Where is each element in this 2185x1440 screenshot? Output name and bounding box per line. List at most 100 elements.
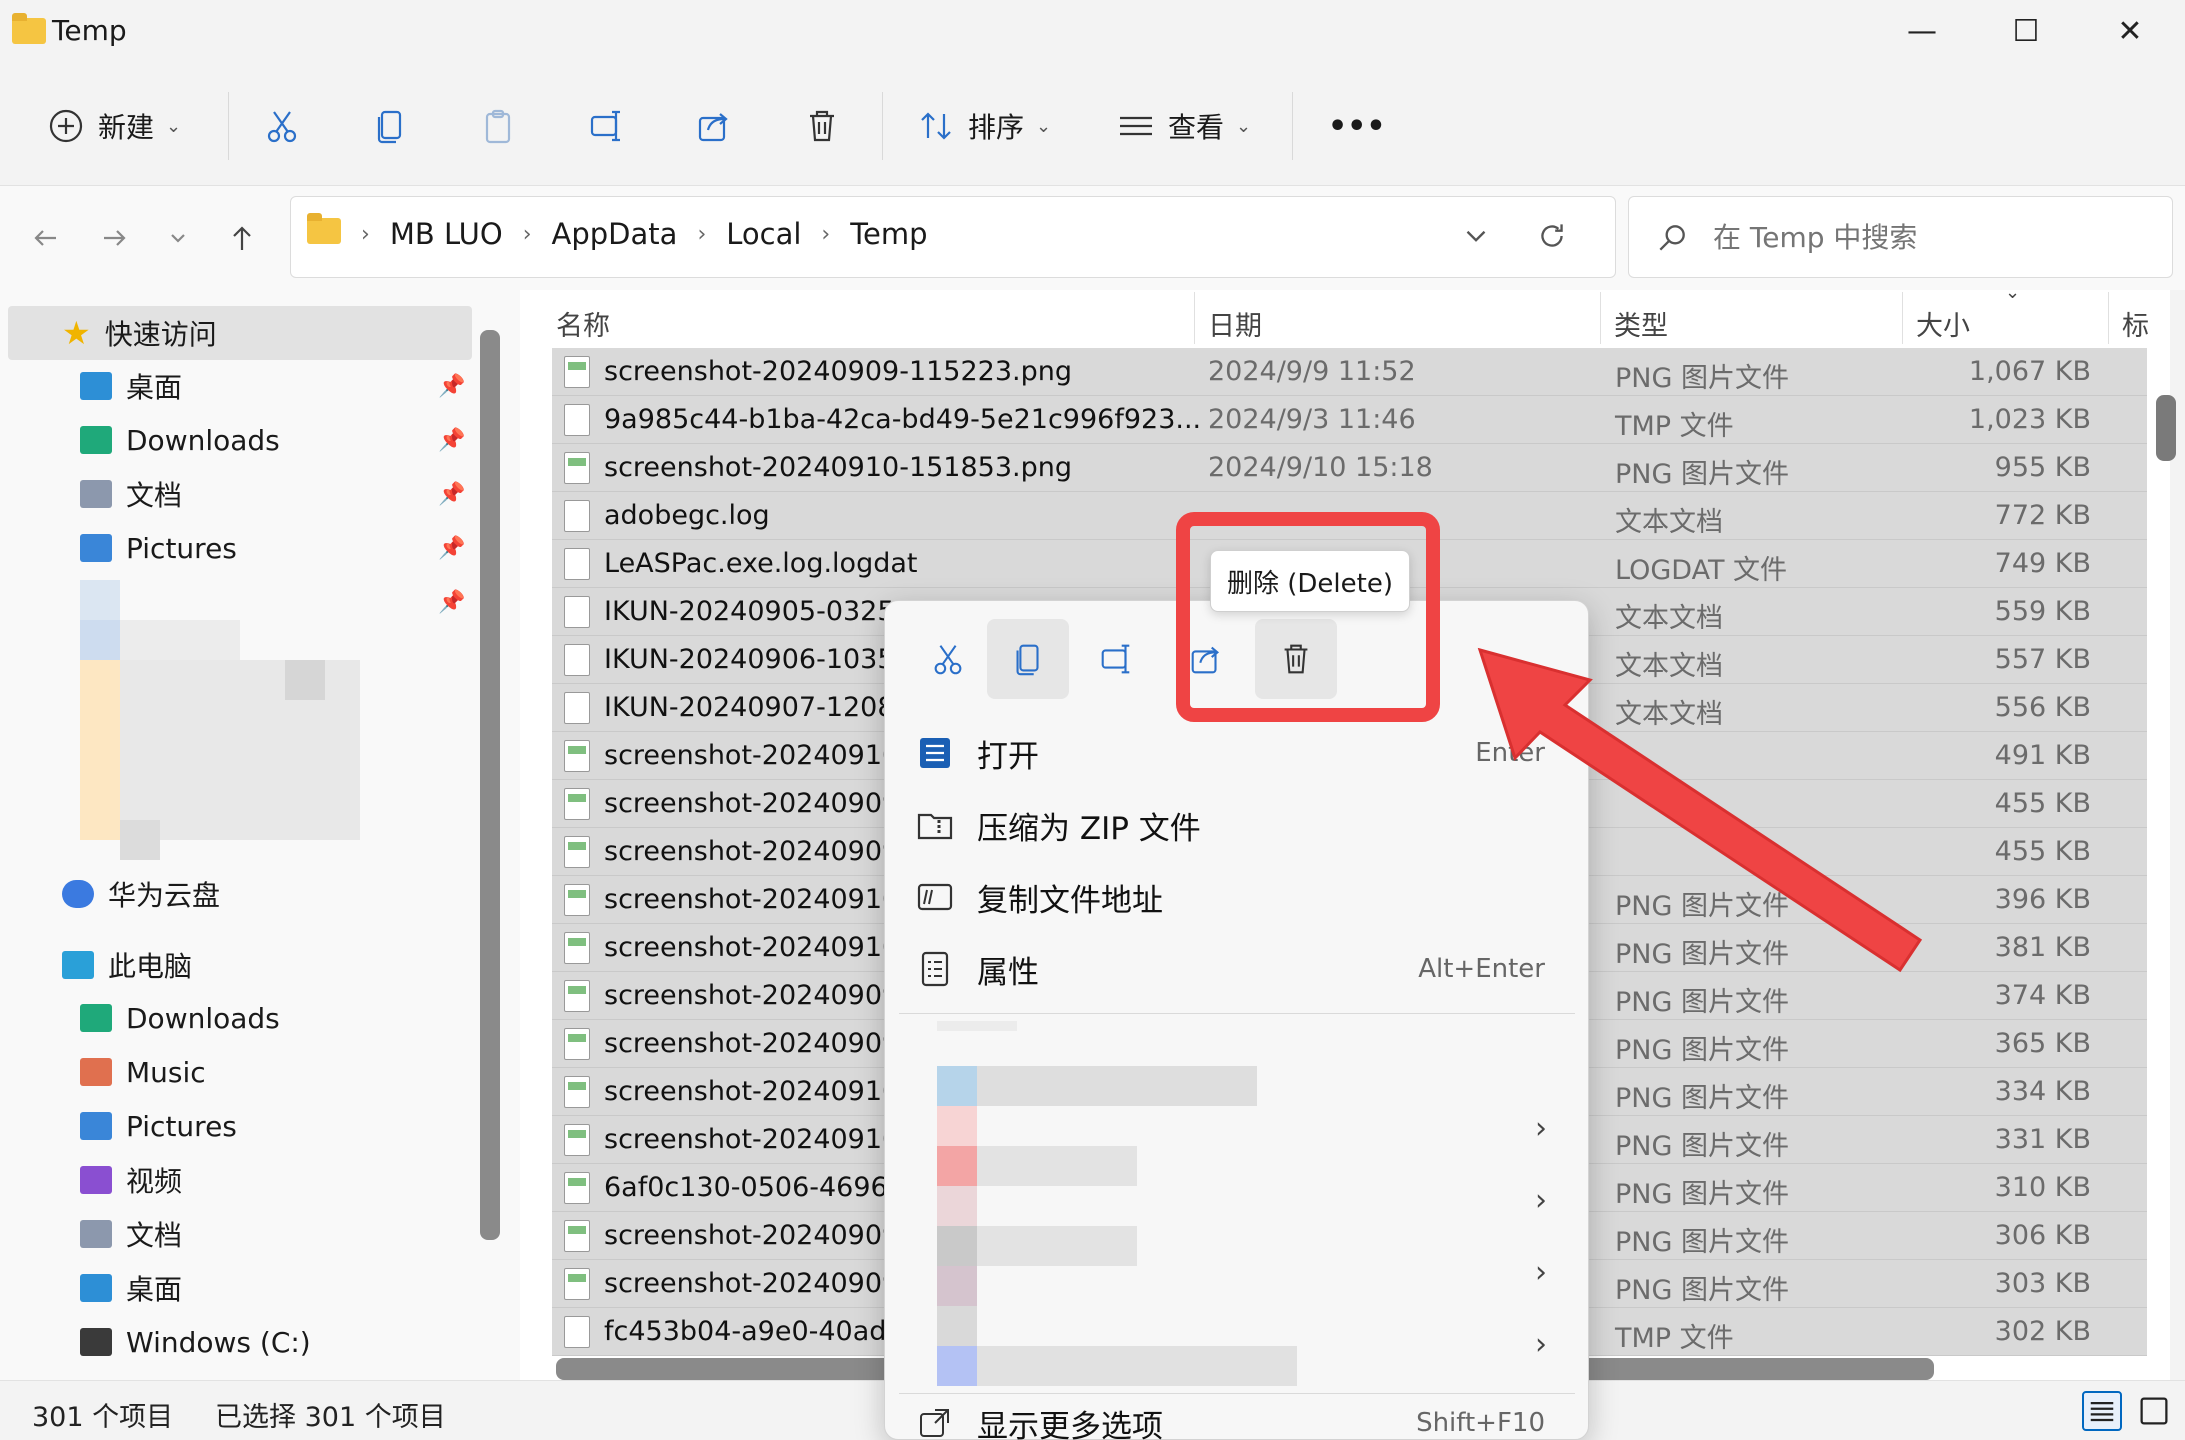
breadcrumb: › MB LUO › AppData › Local › Temp xyxy=(307,213,928,251)
png-file-icon xyxy=(564,1028,590,1060)
pin-icon[interactable]: 📌 xyxy=(438,428,465,453)
pin-icon[interactable]: 📌 xyxy=(438,590,465,615)
maximize-button[interactable]: ☐ xyxy=(1996,10,2056,54)
nav-item-desktop[interactable]: 桌面 xyxy=(80,360,182,412)
file-type: PNG 图片文件 xyxy=(1615,1179,1789,1210)
back-button[interactable] xyxy=(24,216,68,260)
search-input[interactable] xyxy=(1713,215,2153,259)
nav-quick-access-label: 快速访问 xyxy=(104,318,217,351)
submenu-chevron-icon[interactable]: › xyxy=(1535,1183,1547,1218)
ctx-properties[interactable]: 属性 Alt+Enter xyxy=(915,937,1565,1001)
nav-item-documents[interactable]: 文档 xyxy=(80,468,182,520)
breadcrumb-item[interactable]: Local xyxy=(726,217,801,251)
submenu-chevron-icon[interactable]: › xyxy=(1535,1327,1547,1362)
png-file-icon xyxy=(564,1220,590,1252)
item-count: 301 个项目 xyxy=(32,1402,174,1433)
drive-icon xyxy=(80,1328,112,1356)
ctx-show-more-options[interactable]: 显示更多选项 Shift+F10 xyxy=(915,1403,1565,1440)
zip-folder-icon xyxy=(915,805,955,845)
address-history-button[interactable] xyxy=(1459,219,1493,260)
file-list-vertical-scrollbar[interactable] xyxy=(2156,395,2176,461)
tiles-view-toggle[interactable] xyxy=(2136,1393,2172,1436)
nav-item-pictures[interactable]: Pictures xyxy=(80,522,237,574)
nav-item-pc-downloads[interactable]: Downloads xyxy=(80,992,280,1044)
ctx-compress-zip[interactable]: 压缩为 ZIP 文件 xyxy=(915,793,1565,857)
cut-button[interactable] xyxy=(262,94,302,158)
nav-item-pc-desktop[interactable]: 桌面 xyxy=(80,1262,182,1314)
breadcrumb-item[interactable]: MB LUO xyxy=(390,217,503,251)
ctx-copy-button[interactable] xyxy=(987,619,1069,699)
pin-icon[interactable]: 📌 xyxy=(438,374,465,399)
nav-item-label: Downloads xyxy=(126,423,280,457)
ctx-copy-path-label: 复制文件地址 xyxy=(977,882,1163,919)
search-box[interactable] xyxy=(1628,196,2173,278)
list-view-icon xyxy=(1120,116,1152,136)
forward-button[interactable] xyxy=(92,216,136,260)
delete-button[interactable] xyxy=(802,94,842,158)
ctx-copy-path[interactable]: 复制文件地址 xyxy=(915,865,1565,929)
nav-item-windows-c[interactable]: Windows (C:) xyxy=(80,1316,311,1368)
view-button[interactable]: 查看 ⌄ xyxy=(1116,94,1251,158)
text-file-icon xyxy=(564,596,590,628)
paste-button[interactable] xyxy=(478,94,518,158)
nav-item-label: 视频 xyxy=(126,1165,183,1198)
file-row[interactable]: screenshot-20240910-151853.png 2024/9/10 … xyxy=(552,444,2147,492)
nav-item-music[interactable]: Music xyxy=(80,1046,206,1098)
column-header-type[interactable]: 类型 xyxy=(1614,304,1668,343)
breadcrumb-item[interactable]: AppData xyxy=(552,217,678,251)
recent-locations-button[interactable] xyxy=(156,216,200,260)
nav-item-pc-documents[interactable]: 文档 xyxy=(80,1208,182,1260)
column-header-size[interactable]: 大小 xyxy=(1916,304,1970,343)
nav-item-videos[interactable]: 视频 xyxy=(80,1154,182,1206)
ctx-rename-button[interactable] xyxy=(1075,619,1157,699)
new-button[interactable]: 新建 ⌄ xyxy=(46,94,181,158)
submenu-chevron-icon[interactable]: › xyxy=(1535,1255,1547,1290)
column-header-date[interactable]: 日期 xyxy=(1208,304,1262,343)
generic-file-icon xyxy=(564,1316,590,1348)
monitor-icon xyxy=(62,951,94,979)
file-size: 1,067 KB xyxy=(1968,356,2091,387)
sort-button[interactable]: 排序 ⌄ xyxy=(916,94,1051,158)
file-name: screenshot-20240910 xyxy=(604,932,900,963)
nav-item-this-pc[interactable]: 此电脑 xyxy=(62,939,192,991)
details-view-toggle[interactable] xyxy=(2082,1391,2122,1431)
rename-button[interactable] xyxy=(586,94,626,158)
copy-button[interactable] xyxy=(370,94,410,158)
file-date: 2024/9/10 15:18 xyxy=(1208,452,1433,483)
nav-quick-access[interactable]: ★ 快速访问 xyxy=(62,307,217,359)
selected-count: 已选择 301 个项目 xyxy=(215,1402,446,1433)
ctx-open[interactable]: 打开 Enter xyxy=(915,721,1565,785)
minimize-button[interactable]: — xyxy=(1892,10,1952,54)
arrow-right-icon xyxy=(104,230,126,246)
file-type: 文本文档 xyxy=(1615,507,1723,538)
nav-item-downloads[interactable]: Downloads xyxy=(80,414,280,466)
address-bar[interactable]: › MB LUO › AppData › Local › Temp xyxy=(290,196,1616,278)
file-size: 491 KB xyxy=(1994,740,2091,771)
copy-icon xyxy=(1016,644,1039,676)
file-row[interactable]: 9a985c44-b1ba-42ca-bd49-5e21c996f923... 2… xyxy=(552,396,2147,444)
share-icon xyxy=(698,113,728,142)
pin-icon[interactable]: 📌 xyxy=(438,536,465,561)
png-file-icon xyxy=(564,884,590,916)
nav-item-huawei-cloud[interactable]: 华为云盘 xyxy=(62,868,220,920)
more-options-button[interactable]: ••• xyxy=(1328,94,1386,158)
up-button[interactable] xyxy=(220,216,264,260)
breadcrumb-item[interactable]: Temp xyxy=(850,217,927,251)
text-file-icon xyxy=(564,692,590,724)
column-header-name[interactable]: 名称 xyxy=(556,304,610,343)
share-button[interactable] xyxy=(694,94,734,158)
ctx-cut-button[interactable] xyxy=(907,619,989,699)
pin-icon[interactable]: 📌 xyxy=(438,482,465,507)
file-row[interactable]: screenshot-20240909-115223.png 2024/9/9 1… xyxy=(552,348,2147,396)
column-header-tags[interactable]: 标 xyxy=(2122,304,2149,343)
file-name: adobegc.log xyxy=(604,500,770,531)
trash-icon xyxy=(810,110,834,142)
nav-scrollbar[interactable] xyxy=(480,330,500,1240)
submenu-chevron-icon[interactable]: › xyxy=(1535,1111,1547,1146)
close-button[interactable]: ✕ xyxy=(2100,10,2160,54)
file-type: PNG 图片文件 xyxy=(1615,987,1789,1018)
nav-item-pc-pictures[interactable]: Pictures xyxy=(80,1100,237,1152)
ctx-open-label: 打开 xyxy=(977,738,1039,775)
refresh-button[interactable] xyxy=(1535,219,1569,260)
file-size: 310 KB xyxy=(1994,1172,2091,1203)
